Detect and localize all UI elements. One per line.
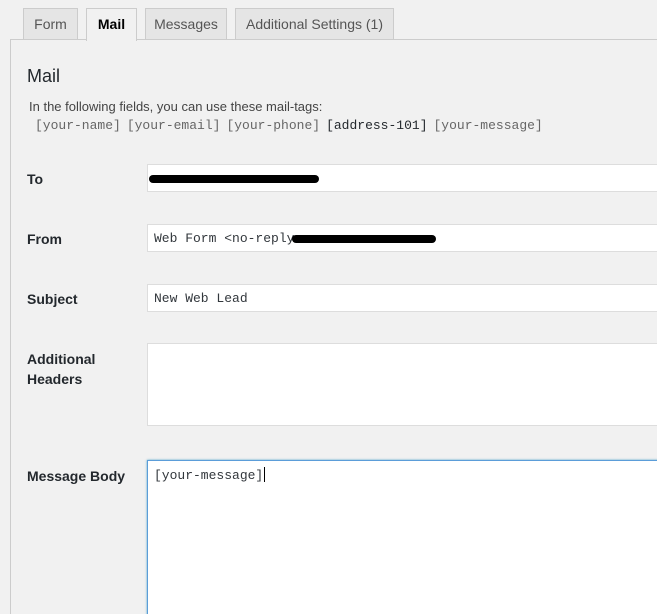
mail-tag[interactable]: [address-101] bbox=[326, 118, 427, 133]
to-label: To bbox=[27, 171, 44, 187]
mail-tags-hint: In the following fields, you can use the… bbox=[29, 99, 323, 114]
tab-bar: Form Mail Messages Additional Settings (… bbox=[0, 0, 657, 41]
from-label: From bbox=[27, 231, 62, 247]
mail-tag[interactable]: [your-email] bbox=[127, 118, 221, 133]
mail-tag[interactable]: [your-name] bbox=[35, 118, 121, 133]
tab-mail[interactable]: Mail bbox=[86, 8, 137, 41]
tab-messages[interactable]: Messages bbox=[145, 8, 227, 39]
message-body-text: [your-message] bbox=[154, 468, 264, 483]
additional-headers-label: Additional Headers bbox=[27, 351, 96, 387]
additional-headers-field[interactable] bbox=[147, 343, 657, 426]
mail-tag[interactable]: [your-message] bbox=[434, 118, 543, 133]
mail-tag[interactable]: [your-phone] bbox=[226, 118, 320, 133]
tab-form[interactable]: Form bbox=[23, 8, 78, 39]
message-body-label: Message Body bbox=[27, 468, 126, 484]
tab-additional-settings[interactable]: Additional Settings (1) bbox=[235, 8, 394, 39]
section-heading: Mail bbox=[27, 66, 61, 86]
redaction-mark bbox=[292, 235, 436, 243]
mail-tags-list: [your-name] [your-email] [your-phone] [addr… bbox=[35, 118, 549, 133]
text-caret bbox=[264, 467, 266, 482]
message-body-field[interactable]: [your-message] bbox=[147, 460, 657, 614]
redaction-mark bbox=[149, 175, 319, 183]
subject-field[interactable]: New Web Lead bbox=[147, 284, 657, 312]
subject-label: Subject bbox=[27, 291, 78, 307]
